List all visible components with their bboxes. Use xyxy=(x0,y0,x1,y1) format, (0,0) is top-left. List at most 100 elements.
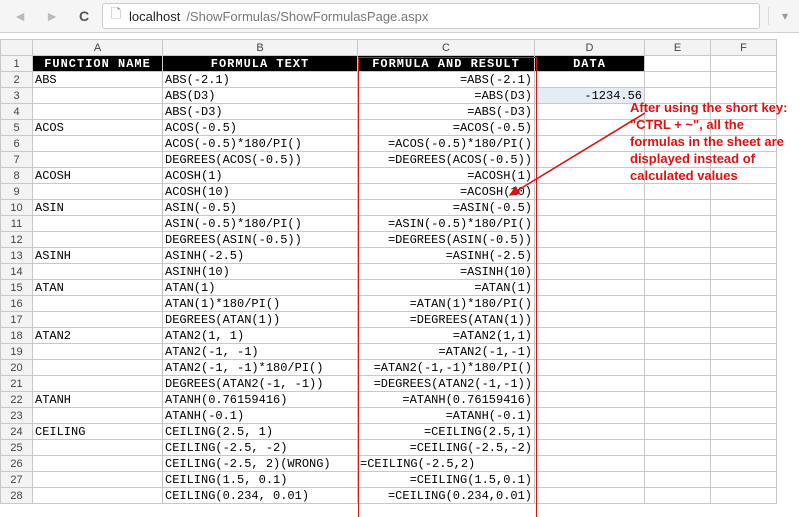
cell[interactable] xyxy=(645,440,711,456)
cell[interactable] xyxy=(645,264,711,280)
cell[interactable]: DEGREES(ACOS(-0.5)) xyxy=(163,152,358,168)
cell[interactable] xyxy=(645,376,711,392)
row-header[interactable]: 24 xyxy=(1,424,33,440)
cell[interactable]: =ATAN2(1,1) xyxy=(358,328,535,344)
cell[interactable]: =ATANH(-0.1) xyxy=(358,408,535,424)
row-header[interactable]: 11 xyxy=(1,216,33,232)
cell[interactable]: =ABS(-D3) xyxy=(358,104,535,120)
row-header[interactable]: 1 xyxy=(1,56,33,72)
cell[interactable] xyxy=(33,216,163,232)
cell[interactable] xyxy=(535,232,645,248)
row-header[interactable]: 9 xyxy=(1,184,33,200)
cell[interactable]: =CEILING(-2.5,2) xyxy=(358,456,535,472)
cell[interactable] xyxy=(645,392,711,408)
cell[interactable] xyxy=(535,392,645,408)
row-header[interactable]: 2 xyxy=(1,72,33,88)
cell[interactable]: CEILING(1.5, 0.1) xyxy=(163,472,358,488)
cell[interactable] xyxy=(711,296,777,312)
cell[interactable] xyxy=(33,440,163,456)
cell[interactable]: CEILING(0.234, 0.01) xyxy=(163,488,358,504)
cell[interactable] xyxy=(33,408,163,424)
cell[interactable]: ASINH(10) xyxy=(163,264,358,280)
cell[interactable] xyxy=(711,200,777,216)
cell[interactable] xyxy=(645,424,711,440)
select-all-corner[interactable] xyxy=(1,40,33,56)
row-header[interactable]: 28 xyxy=(1,488,33,504)
cell[interactable]: FORMULA AND RESULT xyxy=(358,56,535,72)
cell[interactable] xyxy=(535,168,645,184)
cell[interactable] xyxy=(535,360,645,376)
cell[interactable]: =ATAN2(-1,-1) xyxy=(358,344,535,360)
cell[interactable]: =CEILING(0.234,0.01) xyxy=(358,488,535,504)
cell[interactable]: ABS(-D3) xyxy=(163,104,358,120)
cell[interactable] xyxy=(711,232,777,248)
cell[interactable] xyxy=(645,312,711,328)
cell[interactable] xyxy=(535,456,645,472)
row-header[interactable]: 17 xyxy=(1,312,33,328)
col-header-D[interactable]: D xyxy=(535,40,645,56)
row-header[interactable]: 12 xyxy=(1,232,33,248)
row-header[interactable]: 15 xyxy=(1,280,33,296)
row-header[interactable]: 3 xyxy=(1,88,33,104)
cell[interactable] xyxy=(711,312,777,328)
cell[interactable] xyxy=(535,72,645,88)
cell[interactable] xyxy=(535,264,645,280)
cell[interactable] xyxy=(711,328,777,344)
cell[interactable]: ACOS xyxy=(33,120,163,136)
cell[interactable] xyxy=(645,280,711,296)
cell[interactable]: DATA xyxy=(535,56,645,72)
row-header[interactable]: 23 xyxy=(1,408,33,424)
row-header[interactable]: 19 xyxy=(1,344,33,360)
cell[interactable] xyxy=(535,488,645,504)
cell[interactable] xyxy=(33,376,163,392)
cell[interactable] xyxy=(645,344,711,360)
cell[interactable]: ASIN xyxy=(33,200,163,216)
cell[interactable]: =DEGREES(ATAN(1)) xyxy=(358,312,535,328)
row-header[interactable]: 18 xyxy=(1,328,33,344)
row-header[interactable]: 10 xyxy=(1,200,33,216)
row-header[interactable]: 21 xyxy=(1,376,33,392)
cell[interactable]: CEILING(-2.5, 2)(WRONG) xyxy=(163,456,358,472)
cell[interactable]: ATAN(1)*180/PI() xyxy=(163,296,358,312)
url-bar[interactable]: 🗋 localhost/ShowFormulas/ShowFormulasPag… xyxy=(102,3,760,29)
cell[interactable] xyxy=(645,456,711,472)
cell[interactable] xyxy=(535,328,645,344)
cell[interactable] xyxy=(645,200,711,216)
cell[interactable]: =CEILING(2.5,1) xyxy=(358,424,535,440)
cell[interactable]: =ABS(D3) xyxy=(358,88,535,104)
cell[interactable] xyxy=(535,344,645,360)
cell[interactable] xyxy=(33,152,163,168)
cell[interactable] xyxy=(535,424,645,440)
cell[interactable]: =CEILING(-2.5,-2) xyxy=(358,440,535,456)
cell[interactable]: ATAN xyxy=(33,280,163,296)
cell[interactable] xyxy=(645,408,711,424)
cell[interactable] xyxy=(33,264,163,280)
cell[interactable]: ATANH(0.76159416) xyxy=(163,392,358,408)
cell[interactable] xyxy=(535,104,645,120)
cell[interactable] xyxy=(645,184,711,200)
cell[interactable] xyxy=(33,232,163,248)
cell[interactable]: CEILING xyxy=(33,424,163,440)
cell[interactable] xyxy=(33,312,163,328)
cell[interactable] xyxy=(711,408,777,424)
cell[interactable] xyxy=(645,56,711,72)
cell[interactable] xyxy=(33,488,163,504)
back-button[interactable]: ◄ xyxy=(6,3,34,29)
cell[interactable] xyxy=(535,312,645,328)
cell[interactable]: =ABS(-2.1) xyxy=(358,72,535,88)
row-header[interactable]: 13 xyxy=(1,248,33,264)
cell[interactable]: =ASIN(-0.5)*180/PI() xyxy=(358,216,535,232)
cell[interactable]: =ASINH(-2.5) xyxy=(358,248,535,264)
cell[interactable]: =ACOS(-0.5) xyxy=(358,120,535,136)
cell[interactable] xyxy=(535,248,645,264)
col-header-A[interactable]: A xyxy=(33,40,163,56)
cell[interactable]: =ATAN(1)*180/PI() xyxy=(358,296,535,312)
cell[interactable]: =CEILING(1.5,0.1) xyxy=(358,472,535,488)
cell[interactable]: =DEGREES(ASIN(-0.5)) xyxy=(358,232,535,248)
cell[interactable] xyxy=(33,136,163,152)
cell[interactable] xyxy=(33,472,163,488)
cell[interactable]: DEGREES(ATAN(1)) xyxy=(163,312,358,328)
cell[interactable]: -1234.56 xyxy=(535,88,645,104)
cell[interactable]: ASINH xyxy=(33,248,163,264)
forward-button[interactable]: ► xyxy=(38,3,66,29)
